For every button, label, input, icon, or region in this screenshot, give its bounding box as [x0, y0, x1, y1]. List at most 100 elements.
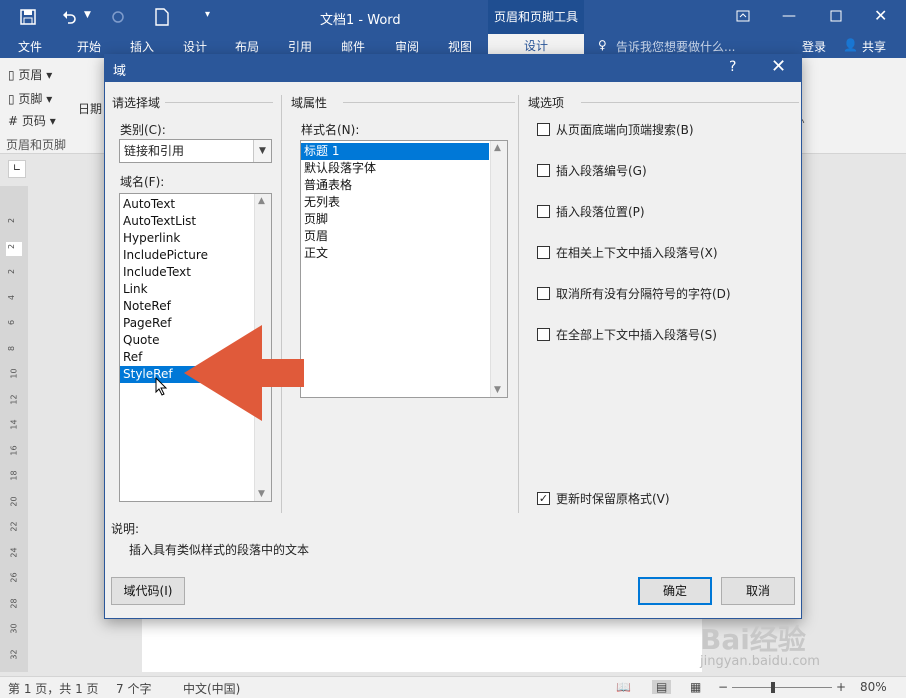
ruler-number: 14 — [9, 419, 19, 430]
field-list-item[interactable]: Link — [120, 281, 271, 298]
tab-home[interactable]: 开始 — [77, 38, 101, 55]
section-divider — [581, 102, 799, 103]
style-list-item[interactable]: 默认段落字体 — [301, 160, 507, 177]
field-option-checkbox[interactable]: 插入段落位置(P) — [537, 203, 645, 220]
field-list-item[interactable]: AutoText — [120, 196, 271, 213]
zoom-in-icon[interactable]: + — [836, 680, 846, 694]
field-list-item[interactable]: IncludePicture — [120, 247, 271, 264]
zoom-slider-thumb[interactable] — [771, 682, 775, 693]
cancel-button[interactable]: 取消 — [721, 577, 795, 605]
web-layout-icon[interactable]: ▦ — [690, 680, 701, 694]
checkbox-box[interactable] — [537, 164, 550, 177]
save-icon[interactable] — [20, 9, 36, 25]
close-window-icon[interactable]: ✕ — [874, 6, 887, 25]
footer-label: 页脚 — [18, 92, 43, 106]
preserve-format-checkbox[interactable]: ✓ 更新时保留原格式(V) — [537, 490, 670, 507]
footer-menu[interactable]: ▯ 页脚 ▾ — [8, 90, 52, 107]
field-list-item[interactable]: IncludeText — [120, 264, 271, 281]
field-option-checkbox[interactable]: 在全部上下文中插入段落号(S) — [537, 326, 717, 343]
style-names-list[interactable]: 标题 1 默认段落字体 普通表格 无列表 页脚 页眉 正文 ▲ ▼ — [300, 140, 508, 398]
new-doc-icon[interactable] — [155, 8, 169, 26]
zoom-level[interactable]: 80% — [860, 680, 887, 694]
tab-stop-selector[interactable]: ∟ — [8, 160, 26, 178]
checkbox-box[interactable] — [537, 123, 550, 136]
checkbox-box[interactable]: ✓ — [537, 492, 550, 505]
ruler-number: 22 — [9, 521, 19, 532]
header-menu[interactable]: ▯ 页眉 ▾ — [8, 66, 52, 83]
tab-mailings[interactable]: 邮件 — [341, 38, 365, 55]
date-time-button[interactable]: 日期 — [78, 100, 102, 117]
scroll-down-icon[interactable]: ▼ — [258, 489, 265, 499]
style-list-item[interactable]: 页脚 — [301, 211, 507, 228]
maximize-icon[interactable] — [830, 10, 842, 22]
tab-insert[interactable]: 插入 — [130, 38, 154, 55]
style-list-item[interactable]: 正文 — [301, 245, 507, 262]
scroll-up-icon[interactable]: ▲ — [258, 196, 265, 206]
share-button[interactable]: 共享 — [862, 38, 886, 55]
ruler-number: 18 — [9, 470, 19, 481]
field-properties-heading: 域属性 — [291, 96, 328, 110]
help-button[interactable]: ? — [729, 59, 736, 75]
style-name-label: 样式名(N): — [301, 123, 360, 137]
login-link[interactable]: 登录 — [802, 38, 826, 55]
field-option-checkbox[interactable]: 插入段落编号(G) — [537, 162, 647, 179]
page-count[interactable]: 第 1 页，共 1 页 — [8, 680, 99, 697]
ok-button[interactable]: 确定 — [638, 577, 712, 605]
style-list-item[interactable]: 无列表 — [301, 194, 507, 211]
scroll-down-icon[interactable]: ▼ — [494, 385, 501, 395]
tab-design-doc[interactable]: 设计 — [183, 38, 207, 55]
tab-review[interactable]: 审阅 — [395, 38, 419, 55]
style-list-item[interactable]: 标题 1 — [301, 143, 489, 160]
checkbox-box[interactable] — [537, 287, 550, 300]
choose-field-heading: 请选择域 — [112, 96, 161, 110]
ruler-number: 2 — [7, 243, 17, 249]
style-list-scrollbar[interactable]: ▲ ▼ — [490, 141, 507, 397]
zoom-slider[interactable] — [732, 687, 832, 688]
page-number-menu[interactable]: # 页码 ▾ — [8, 112, 56, 129]
field-codes-button[interactable]: 域代码(I) — [111, 577, 185, 605]
title-bar: ▼ ▾ 文档1 - Word 页眉和页脚工具 — ✕ — [0, 0, 906, 34]
mouse-cursor-icon — [155, 377, 168, 396]
field-options-heading: 域选项 — [528, 96, 565, 110]
customize-qat-icon[interactable]: ▾ — [205, 9, 210, 20]
category-dropdown[interactable]: 链接和引用 ▼ — [119, 139, 272, 163]
style-list-item[interactable]: 页眉 — [301, 228, 507, 245]
tell-me-box[interactable]: 告诉我您想要做什么... — [616, 38, 735, 55]
ribbon-display-icon[interactable] — [736, 10, 750, 22]
dialog-close-button[interactable]: ✕ — [771, 56, 786, 77]
read-mode-icon[interactable]: 📖 — [616, 680, 631, 694]
field-option-checkbox[interactable]: 取消所有没有分隔符号的字符(D) — [537, 285, 731, 302]
context-tab-header-footer-tools: 页眉和页脚工具 — [488, 0, 584, 34]
tab-layout[interactable]: 布局 — [235, 38, 259, 55]
annotation-arrow-icon — [184, 325, 304, 421]
document-page[interactable] — [142, 610, 702, 672]
column-divider — [281, 95, 282, 513]
minimize-icon[interactable]: — — [782, 8, 796, 24]
tab-view[interactable]: 视图 — [448, 38, 472, 55]
description-label: 说明: — [111, 522, 140, 536]
field-option-checkbox[interactable]: 从页面底端向顶端搜索(B) — [537, 121, 694, 138]
share-icon[interactable]: 👤 — [843, 38, 858, 52]
tab-file[interactable]: 文件 — [18, 38, 42, 55]
checkbox-box[interactable] — [537, 246, 550, 259]
field-list-item[interactable]: Hyperlink — [120, 230, 271, 247]
ribbon-group-label: 页眉和页脚 — [6, 138, 67, 152]
zoom-out-icon[interactable]: − — [718, 680, 728, 694]
field-list-item[interactable]: AutoTextList — [120, 213, 271, 230]
chevron-down-icon[interactable]: ▼ — [253, 140, 271, 162]
field-list-item[interactable]: NoteRef — [120, 298, 271, 315]
word-count[interactable]: 7 个字 — [116, 680, 151, 697]
preserve-format-label: 更新时保留原格式(V) — [556, 492, 670, 506]
undo-dropdown-icon[interactable]: ▼ — [84, 10, 91, 20]
redo-icon[interactable] — [110, 9, 126, 25]
ruler-number: 8 — [7, 345, 17, 351]
checkbox-box[interactable] — [537, 205, 550, 218]
language-indicator[interactable]: 中文(中国) — [183, 680, 240, 697]
field-option-checkbox[interactable]: 在相关上下文中插入段落号(X) — [537, 244, 718, 261]
print-layout-icon[interactable]: ▤ — [652, 680, 672, 694]
checkbox-box[interactable] — [537, 328, 550, 341]
style-list-item[interactable]: 普通表格 — [301, 177, 507, 194]
tab-references[interactable]: 引用 — [288, 38, 312, 55]
undo-icon[interactable] — [62, 9, 78, 25]
scroll-up-icon[interactable]: ▲ — [494, 143, 501, 153]
